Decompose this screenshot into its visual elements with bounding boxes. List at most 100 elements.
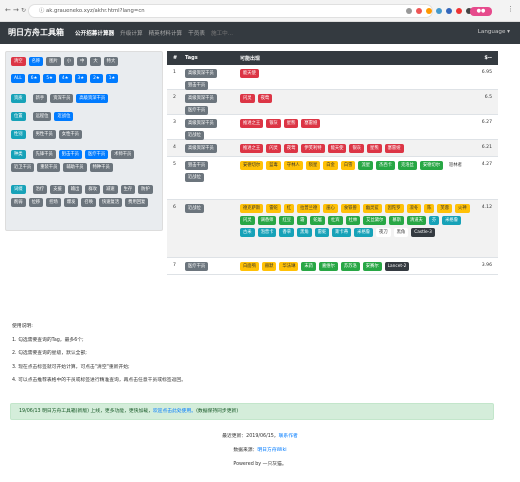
filter-tag-button[interactable]: 资深干员	[50, 94, 74, 103]
extension-icon[interactable]	[456, 8, 462, 14]
filter-tag-button[interactable]: 特大	[103, 57, 119, 66]
filter-tag-button[interactable]: 快速复活	[98, 198, 123, 207]
filter-tag-button[interactable]: 召唤	[81, 198, 96, 207]
operator-chip[interactable]: 嘉维尔	[318, 262, 338, 271]
filter-tag-button[interactable]: 中	[77, 57, 88, 66]
operator-chip[interactable]: 推进之王	[240, 144, 264, 153]
extension-icon[interactable]	[416, 8, 422, 14]
operator-chip[interactable]: 陨星	[305, 161, 321, 170]
operator-chip[interactable]: 白面鸮	[240, 262, 259, 271]
filter-tag-button[interactable]: 大	[90, 57, 101, 66]
operator-chip[interactable]: 芙蓉	[437, 204, 453, 213]
menu-icon[interactable]: ⋮	[507, 5, 514, 13]
filter-tag-button[interactable]: 近战位	[54, 112, 74, 121]
operator-chip[interactable]: 艾丝黛尔	[363, 216, 387, 225]
tag-chip[interactable]: 高级资深干员	[185, 144, 217, 153]
operator-chip[interactable]: 杜林	[345, 216, 361, 225]
alert-link[interactable]: 欢迎点击此处使用。	[153, 409, 196, 414]
operator-chip[interactable]: 德克萨斯	[240, 204, 264, 213]
filter-tag-button[interactable]: 特种干员	[89, 163, 113, 172]
tag-chip[interactable]: 近战位	[185, 204, 204, 213]
contact-author-link[interactable]: 联系作者	[279, 434, 298, 439]
tag-chip[interactable]: 近战位	[185, 173, 204, 182]
filter-tag-button[interactable]: 费用回复	[125, 198, 149, 207]
operator-chip[interactable]: 白金	[323, 161, 338, 170]
operator-chip[interactable]: 蓝毒	[266, 161, 281, 170]
filter-tag-button[interactable]: 性别	[11, 130, 26, 139]
operator-chip[interactable]: 巡林者	[446, 161, 465, 170]
operator-chip[interactable]: 夜莺	[257, 94, 273, 103]
nav-link-upgrade[interactable]: 升级计算	[120, 29, 142, 37]
filter-tag-button[interactable]: 新手	[32, 94, 48, 103]
operator-chip[interactable]: 银灰	[266, 119, 281, 128]
operator-chip[interactable]: 陈	[424, 204, 435, 213]
nav-link-recruit[interactable]: 公开招募计算器	[75, 29, 114, 37]
filter-tag-button[interactable]: 先锋干员	[32, 150, 56, 159]
operator-chip[interactable]: 末药	[301, 262, 316, 271]
tag-chip[interactable]: 狙击干员	[185, 161, 209, 170]
address-bar[interactable]: ⓘ ak.graueneko.xyz/akhr.html?lang=cn	[28, 4, 433, 18]
operator-chip[interactable]: 赫默	[261, 262, 277, 271]
wiki-link[interactable]: 明日方舟Wiki	[257, 448, 286, 453]
tag-chip[interactable]: 狙击干员	[185, 81, 209, 90]
operator-chip[interactable]: Lancet-2	[384, 262, 410, 271]
filter-tag-button[interactable]: 群攻	[85, 185, 100, 194]
operator-chip[interactable]: 黑角	[393, 228, 409, 237]
operator-chip[interactable]: 守林人	[283, 161, 303, 170]
operator-chip[interactable]: 闪灵	[240, 94, 255, 103]
tag-chip[interactable]: 高级资深干员	[185, 94, 217, 103]
extension-icon[interactable]	[436, 8, 442, 14]
operator-chip[interactable]: 能天使	[240, 69, 259, 78]
operator-chip[interactable]: 古米	[240, 228, 255, 237]
operator-chip[interactable]: 红豆	[279, 216, 295, 225]
operator-chip[interactable]: 拉普兰德	[297, 204, 321, 213]
tag-chip[interactable]: 近战位	[185, 131, 204, 140]
operator-chip[interactable]: 黑角	[297, 228, 312, 237]
filter-tag-button[interactable]: 2★	[90, 74, 103, 83]
operator-chip[interactable]: 夜刀	[376, 228, 391, 237]
filter-tag-button[interactable]: 1★	[105, 74, 119, 83]
filter-tag-button[interactable]: 辅助干员	[63, 163, 87, 172]
operator-chip[interactable]: 崖心	[323, 204, 338, 213]
tag-chip[interactable]: 高级资深干员	[185, 69, 217, 78]
operator-chip[interactable]: 调香师	[257, 216, 277, 225]
operator-chip[interactable]: 杰西卡	[376, 161, 395, 170]
filter-tag-button[interactable]: 高级资深干员	[76, 94, 109, 103]
operator-chip[interactable]: 安德切尔	[240, 161, 264, 170]
operator-chip[interactable]: 食铁兽	[340, 204, 360, 213]
operator-chip[interactable]: 星熊	[367, 144, 382, 153]
operator-chip[interactable]: 杜宾	[327, 216, 343, 225]
operator-chip[interactable]: 银灰	[349, 144, 365, 153]
filter-tag-button[interactable]: 治疗	[32, 185, 48, 194]
operator-chip[interactable]: 红	[283, 204, 295, 213]
filter-tag-button[interactable]: ALL	[11, 74, 25, 83]
tag-chip[interactable]: 高级资深干员	[185, 119, 217, 128]
operator-chip[interactable]: 慕斯	[389, 216, 404, 225]
operator-chip[interactable]: 幽灵鲨	[362, 204, 382, 213]
operator-chip[interactable]: 白雪	[340, 161, 356, 170]
filter-tag-button[interactable]: 4★	[58, 74, 72, 83]
filter-tag-button[interactable]: 削弱	[11, 198, 26, 207]
filter-tag-button[interactable]: 清空	[11, 57, 26, 66]
operator-chip[interactable]: 斯卡蒂	[332, 228, 352, 237]
operator-chip[interactable]: 米格鲁	[442, 216, 462, 225]
operator-chip[interactable]: 流星	[358, 161, 374, 170]
operator-chip[interactable]: 雷蛇	[266, 204, 281, 213]
filter-tag-button[interactable]: 减速	[102, 185, 118, 194]
operator-chip[interactable]: 芬	[428, 216, 440, 225]
filter-tag-button[interactable]: 重装干员	[37, 163, 61, 172]
forward-icon[interactable]: →	[13, 6, 19, 14]
filter-tag-button[interactable]: 近卫干员	[11, 163, 35, 172]
filter-tag-button[interactable]: 爆发	[63, 198, 79, 207]
operator-chip[interactable]: 火神	[455, 204, 470, 213]
operator-chip[interactable]: 泡普卡	[257, 228, 277, 237]
language-dropdown[interactable]: Language ▾	[478, 29, 510, 35]
filter-tag-button[interactable]: 生存	[120, 185, 136, 194]
operator-chip[interactable]: 克洛丝	[397, 161, 417, 170]
nav-link-material[interactable]: 精英材料计算	[149, 29, 183, 37]
operator-chip[interactable]: 夜莺	[283, 144, 299, 153]
filter-tag-button[interactable]: 6★	[27, 74, 41, 83]
operator-chip[interactable]: 华法琳	[279, 262, 299, 271]
operator-chip[interactable]: 安德切尔	[419, 161, 444, 170]
filter-tag-button[interactable]: 种类	[11, 150, 26, 159]
